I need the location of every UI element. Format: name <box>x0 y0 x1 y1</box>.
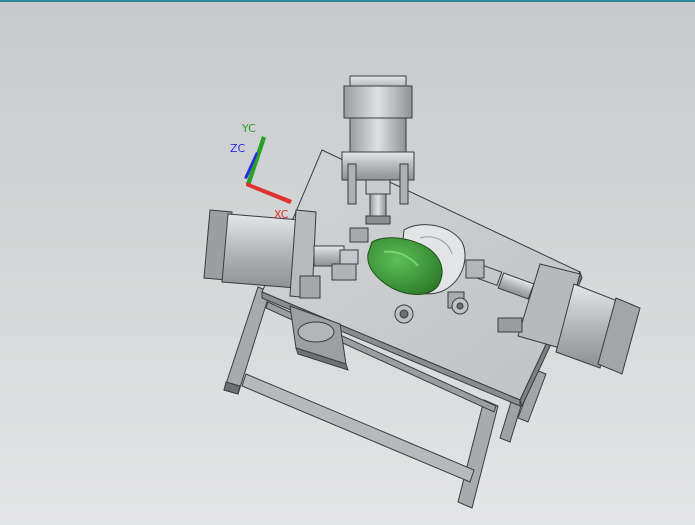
cad-scene[interactable]: YC ZC XC <box>0 2 695 525</box>
x-axis-arrow <box>246 182 292 204</box>
y-axis-arrow <box>246 136 266 186</box>
y-axis-label: YC <box>241 122 256 135</box>
x-axis-label: XC <box>274 208 289 221</box>
z-axis-label: ZC <box>230 142 246 155</box>
coordinate-triad[interactable]: YC ZC XC <box>230 122 292 221</box>
3d-viewport[interactable]: YC ZC XC <box>0 0 695 525</box>
top-cylinder[interactable] <box>341 75 415 225</box>
